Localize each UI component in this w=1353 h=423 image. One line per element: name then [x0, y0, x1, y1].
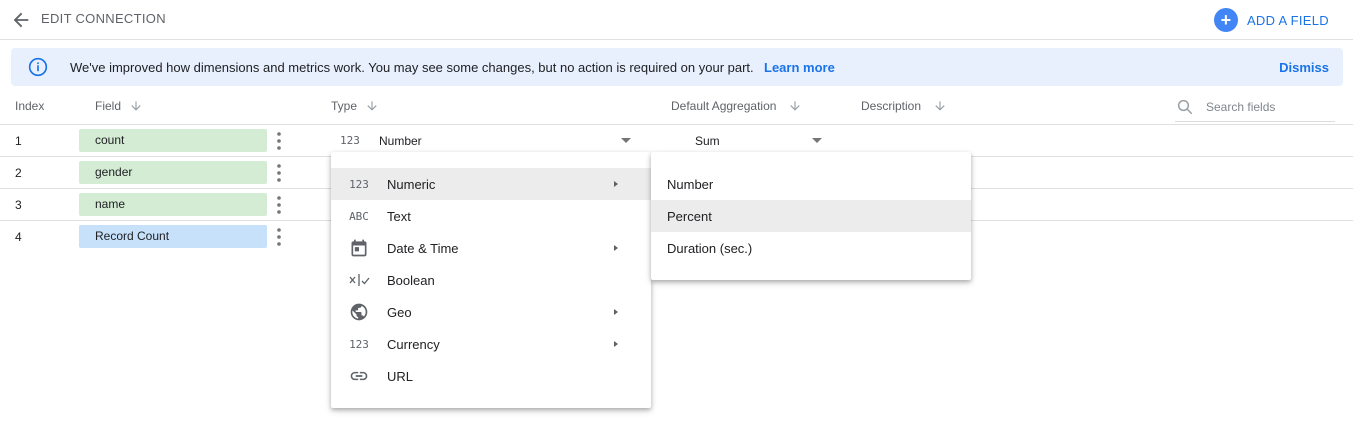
menu-item-label: Date & Time: [387, 241, 459, 256]
submenu-arrow-icon: [614, 309, 618, 315]
submenu-arrow-icon: [614, 245, 618, 251]
menu-item-label: Text: [387, 209, 411, 224]
back-arrow-icon[interactable]: [10, 9, 32, 31]
menu-item-currency[interactable]: 123 Currency: [331, 328, 651, 360]
sort-arrow-icon[interactable]: [788, 99, 802, 113]
info-banner: We've improved how dimensions and metric…: [11, 48, 1343, 86]
link-icon: [348, 366, 370, 386]
type-select-value: Number: [379, 134, 422, 148]
add-field-label: ADD A FIELD: [1246, 12, 1329, 28]
column-header-field[interactable]: Field: [95, 99, 143, 113]
field-chip[interactable]: gender: [79, 161, 267, 184]
column-header-field-label: Field: [95, 99, 122, 113]
plus-icon: +: [1213, 8, 1238, 32]
numeric-icon: 123: [340, 134, 360, 147]
menu-item-label: URL: [387, 369, 414, 384]
column-header-type[interactable]: Type: [331, 99, 379, 113]
search-input[interactable]: [1206, 98, 1331, 116]
row-index: 1: [15, 134, 22, 148]
column-header-description-label: Description: [861, 99, 922, 113]
type-menu: 123 Numeric ABC Text Date & Time Boolean…: [331, 152, 651, 408]
learn-more-link[interactable]: Learn more: [764, 60, 835, 75]
sort-arrow-icon[interactable]: [129, 99, 143, 113]
column-header-index-label: Index: [15, 99, 45, 113]
menu-item-boolean[interactable]: Boolean: [331, 264, 651, 296]
more-vert-icon[interactable]: [272, 194, 286, 216]
row-index: 3: [15, 198, 22, 212]
field-chip[interactable]: count: [79, 129, 267, 152]
menu-item-geo[interactable]: Geo: [331, 296, 651, 328]
text-glyph: ABC: [349, 209, 369, 223]
search-fields: [1175, 95, 1335, 122]
currency-icon: 123: [348, 334, 370, 354]
menu-item-label: Boolean: [387, 273, 435, 288]
menu-item-numeric[interactable]: 123 Numeric: [331, 168, 651, 200]
submenu-item-label: Number: [667, 177, 714, 192]
type-select[interactable]: 123 Number: [331, 132, 637, 150]
submenu-item-duration[interactable]: Duration (sec.): [651, 232, 971, 264]
column-header-type-label: Type: [331, 99, 358, 113]
more-vert-icon[interactable]: [272, 162, 286, 184]
text-icon: ABC: [348, 206, 370, 226]
search-icon: [1177, 99, 1193, 115]
field-chip[interactable]: Record Count: [79, 225, 267, 248]
page-title: EDIT CONNECTION: [41, 11, 166, 26]
menu-item-label: Geo: [387, 305, 412, 320]
more-vert-icon[interactable]: [272, 130, 286, 152]
menu-item-label: Numeric: [387, 177, 436, 192]
column-header-aggregation-label: Default Aggregation: [671, 99, 777, 113]
header-bar: EDIT CONNECTION + ADD A FIELD: [0, 0, 1353, 40]
column-header-aggregation[interactable]: Default Aggregation: [671, 99, 802, 113]
submenu-item-percent[interactable]: Percent: [651, 200, 971, 232]
aggregation-select[interactable]: Sum: [695, 132, 825, 150]
row-index: 2: [15, 166, 22, 180]
menu-item-url[interactable]: URL: [331, 360, 651, 392]
row-index: 4: [15, 230, 22, 244]
menu-item-label: Currency: [387, 337, 440, 352]
numeric-submenu: Number Percent Duration (sec.): [651, 152, 971, 280]
add-field-button[interactable]: + ADD A FIELD: [1213, 8, 1329, 32]
sort-arrow-icon[interactable]: [933, 99, 947, 113]
calendar-icon: [348, 238, 370, 258]
boolean-icon: [348, 270, 370, 290]
field-chip[interactable]: name: [79, 193, 267, 216]
info-icon: [28, 57, 48, 77]
submenu-arrow-icon: [614, 341, 618, 347]
submenu-item-label: Percent: [667, 209, 712, 224]
aggregation-select-value: Sum: [695, 134, 720, 148]
dropdown-caret-icon: [812, 138, 822, 143]
dismiss-button[interactable]: Dismiss: [1279, 60, 1329, 75]
numeric-glyph: 123: [349, 177, 369, 191]
submenu-item-number[interactable]: Number: [651, 168, 971, 200]
banner-message: We've improved how dimensions and metric…: [70, 60, 754, 75]
menu-item-text[interactable]: ABC Text: [331, 200, 651, 232]
menu-item-date-time[interactable]: Date & Time: [331, 232, 651, 264]
submenu-arrow-icon: [614, 181, 618, 187]
numeric-icon: 123: [348, 174, 370, 194]
column-header-description[interactable]: Description: [861, 99, 947, 113]
sort-arrow-icon[interactable]: [365, 99, 379, 113]
column-header-index: Index: [15, 99, 44, 113]
submenu-item-label: Duration (sec.): [667, 241, 753, 256]
more-vert-icon[interactable]: [272, 226, 286, 248]
currency-glyph: 123: [349, 337, 369, 351]
dropdown-caret-icon: [621, 138, 631, 143]
globe-icon: [348, 302, 370, 322]
